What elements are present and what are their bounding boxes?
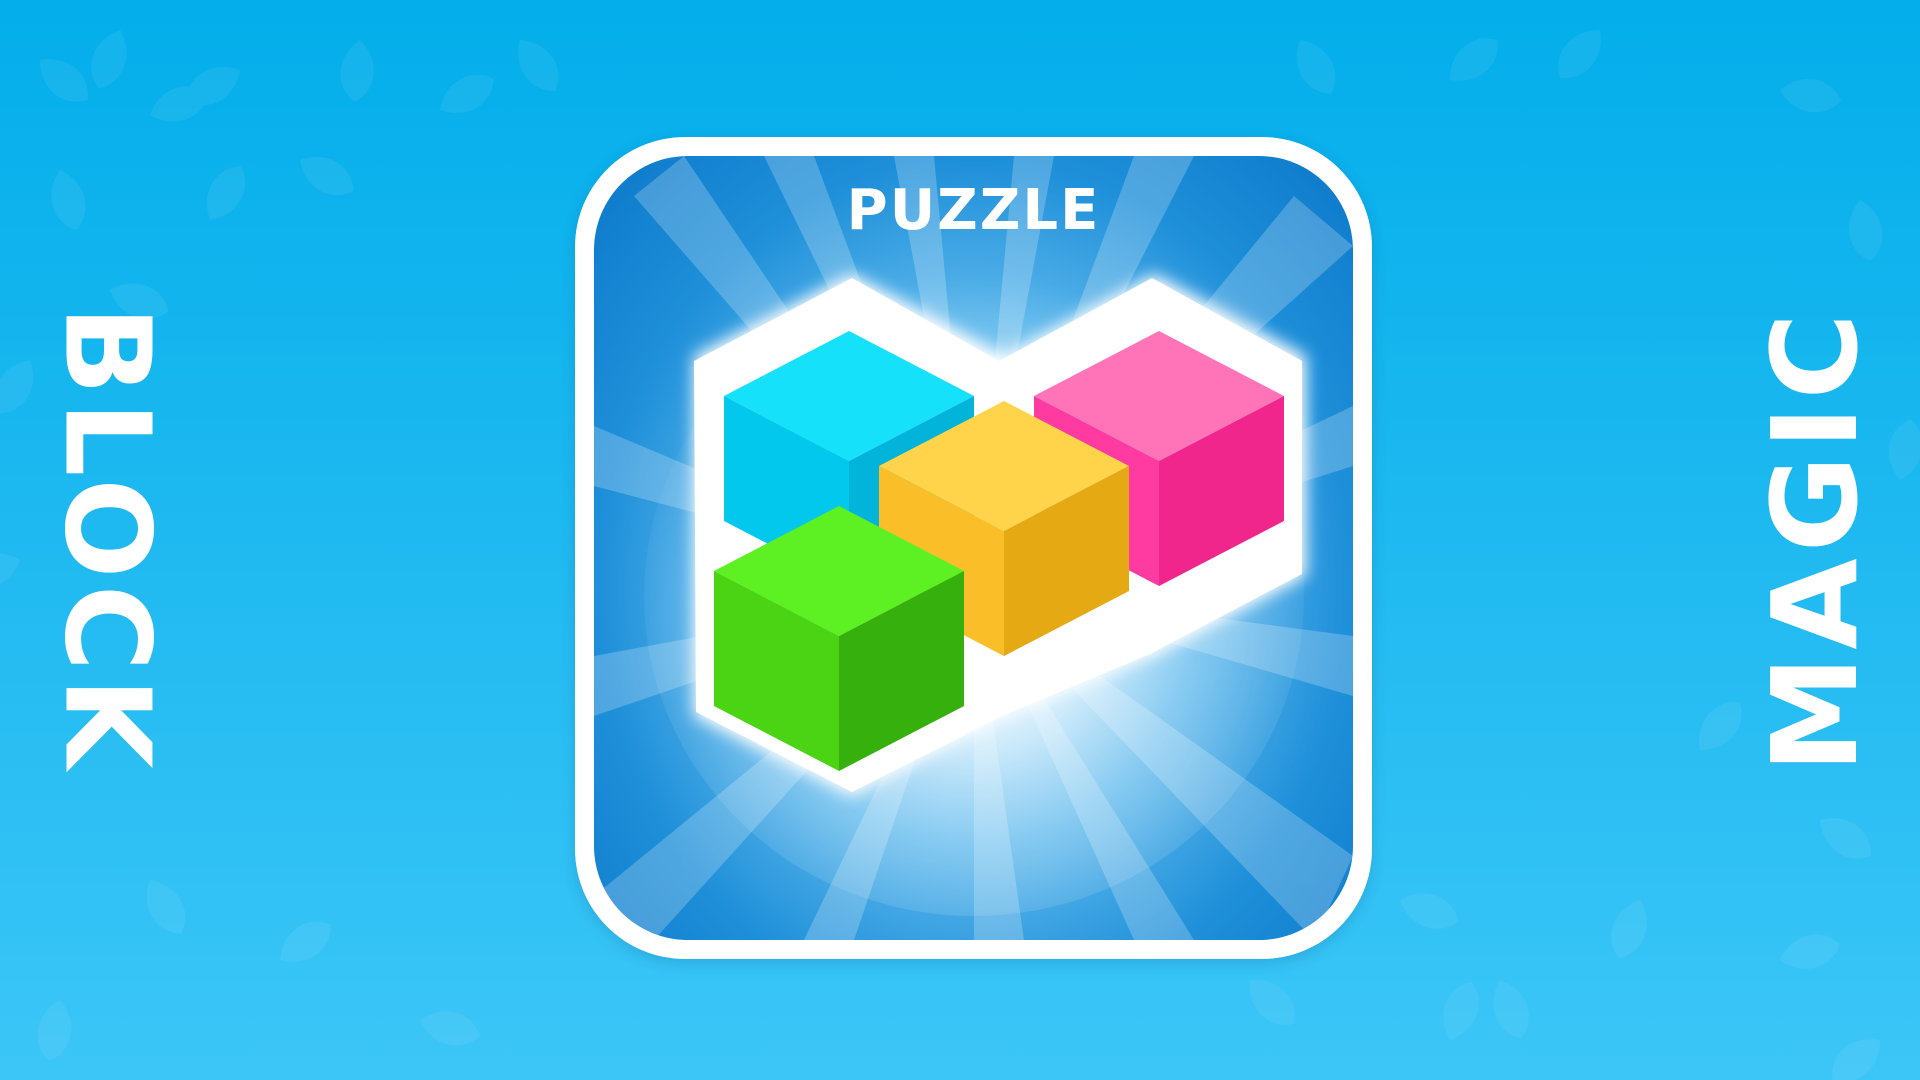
title-word-magic: MAGIC (1715, 0, 1915, 1080)
icon-label-puzzle: PUZZLE (846, 178, 1101, 243)
app-icon (594, 156, 1353, 940)
title-word-block-text: BLOCK (39, 305, 177, 775)
app-icon-artwork (594, 156, 1353, 940)
title-word-block: BLOCK (8, 0, 208, 1080)
title-word-magic-text: MAGIC (1746, 306, 1885, 774)
